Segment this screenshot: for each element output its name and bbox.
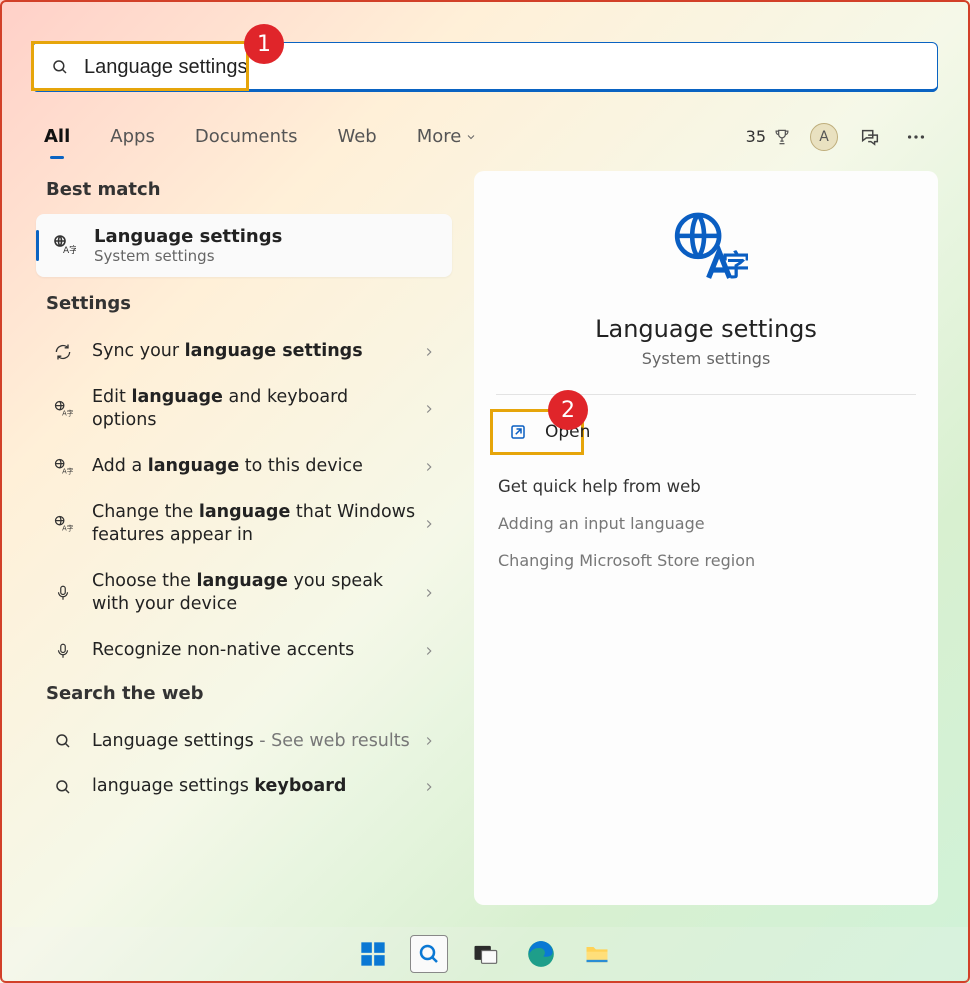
search-bar[interactable] (32, 42, 938, 92)
language-icon: A字 (52, 456, 74, 478)
setting-recognize-accents[interactable]: Recognize non-native accents (36, 629, 452, 673)
search-panel: 1 All Apps Documents Web More 35 A (32, 42, 938, 905)
microphone-icon (52, 582, 74, 604)
taskbar-search[interactable] (410, 935, 448, 973)
best-match-title: Language settings (94, 226, 282, 247)
web-result-2[interactable]: language settings keyboard (36, 765, 452, 809)
language-icon: A字 (52, 398, 74, 420)
chevron-right-icon (422, 780, 436, 794)
chevron-right-icon (422, 460, 436, 474)
taskbar-edge[interactable] (522, 935, 560, 973)
taskbar-explorer[interactable] (578, 935, 616, 973)
help-link-input-language[interactable]: Adding an input language (498, 514, 938, 533)
setting-edit-language[interactable]: A字 Edit language and keyboard options (36, 376, 452, 443)
help-link-store-region[interactable]: Changing Microsoft Store region (498, 551, 938, 570)
open-external-icon (509, 423, 527, 441)
help-section-title: Get quick help from web (498, 477, 938, 496)
setting-choose-speech-language[interactable]: Choose the language you speak with your … (36, 560, 452, 627)
start-button[interactable] (354, 935, 392, 973)
taskbar (2, 927, 968, 981)
trophy-icon (772, 127, 792, 147)
setting-add-language[interactable]: A字 Add a language to this device (36, 445, 452, 489)
avatar[interactable]: A (810, 123, 838, 151)
preview-panel: 2 字 Language settings System settings (474, 171, 938, 905)
sync-icon (52, 341, 74, 363)
chevron-down-icon (465, 131, 477, 143)
preview-subtitle: System settings (474, 349, 938, 368)
tab-apps[interactable]: Apps (106, 120, 159, 153)
tabs-row: All Apps Documents Web More 35 A (32, 120, 938, 153)
tab-web[interactable]: Web (333, 120, 380, 153)
search-icon (52, 776, 74, 798)
language-settings-icon: A字 (52, 233, 78, 259)
chevron-right-icon (422, 517, 436, 531)
tab-documents[interactable]: Documents (191, 120, 302, 153)
chevron-right-icon (422, 402, 436, 416)
section-search-web: Search the web (32, 675, 456, 718)
chevron-right-icon (422, 734, 436, 748)
tab-all[interactable]: All (40, 120, 74, 153)
annotation-badge-1: 1 (244, 24, 284, 64)
microphone-icon (52, 640, 74, 662)
rewards-points[interactable]: 35 (746, 127, 792, 147)
web-result-1[interactable]: Language settings - See web results (36, 720, 452, 764)
tab-more[interactable]: More (413, 120, 482, 153)
tab-more-label: More (417, 126, 462, 147)
svg-text:字: 字 (722, 248, 748, 282)
best-match-sub: System settings (94, 247, 282, 265)
preview-title: Language settings (474, 315, 938, 343)
section-settings: Settings (32, 285, 456, 328)
preview-icon: 字 (474, 207, 938, 291)
section-best-match: Best match (32, 171, 456, 214)
search-highlight (31, 41, 249, 91)
svg-text:A字: A字 (62, 409, 73, 418)
search-icon (52, 730, 74, 752)
language-icon: A字 (52, 513, 74, 535)
svg-text:A字: A字 (62, 524, 73, 533)
chevron-right-icon (422, 586, 436, 600)
setting-change-language[interactable]: A字 Change the language that Windows feat… (36, 491, 452, 558)
points-value: 35 (746, 127, 766, 146)
chevron-right-icon (422, 345, 436, 359)
more-icon[interactable] (902, 123, 930, 151)
chevron-right-icon (422, 644, 436, 658)
annotation-badge-2: 2 (548, 390, 588, 430)
chat-icon[interactable] (856, 123, 884, 151)
taskbar-taskview[interactable] (466, 935, 504, 973)
best-match-item[interactable]: A字 Language settings System settings (36, 214, 452, 277)
svg-text:A字: A字 (63, 244, 76, 256)
svg-text:A字: A字 (62, 466, 73, 475)
setting-sync-language[interactable]: Sync your language settings (36, 330, 452, 374)
results-column: Best match A字 Language settings System s… (32, 171, 456, 905)
